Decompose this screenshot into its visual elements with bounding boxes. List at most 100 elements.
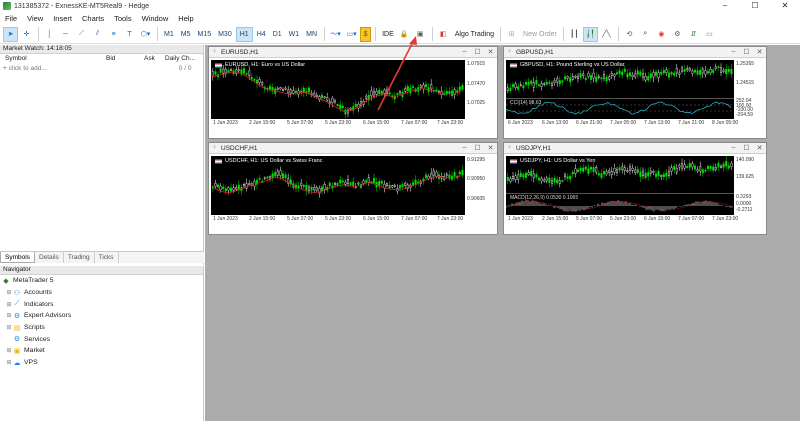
signals-icon[interactable]: ⇵ — [686, 27, 701, 42]
search-icon[interactable]: ⌕ — [638, 27, 653, 42]
chart-minimize-button[interactable]: – — [458, 144, 471, 152]
tab-details[interactable]: Details — [35, 252, 64, 263]
chart-plot-area[interactable]: GBPUSD, H1: Pound Sterling vs US Dollar … — [506, 60, 764, 128]
tab-ticks[interactable]: Ticks — [95, 252, 119, 263]
timeframe-m30-button[interactable]: M30 — [215, 27, 235, 42]
expand-icon[interactable]: ⊞ — [5, 301, 13, 308]
chart-minimize-button[interactable]: – — [727, 48, 740, 56]
account-box-icon[interactable]: ▭ — [702, 27, 717, 42]
chart-close-button[interactable]: ✕ — [484, 48, 497, 56]
tab-trading[interactable]: Trading — [64, 252, 95, 263]
candles-icon[interactable]: ╽╿ — [582, 26, 598, 42]
price-scale[interactable]: 0.91295 0.90950 0.90605 — [465, 156, 495, 215]
chart-window-gbpusd[interactable]: ⁘ GBPUSD,H1 – ☐ ✕ GBPUSD, H1: Pound Sterli… — [503, 46, 767, 139]
time-scale[interactable]: 1 Jun 2023 2 Jun 15:00 5 Jun 07:00 5 Jun… — [211, 119, 495, 128]
subwindow-divider[interactable] — [506, 98, 734, 99]
timeframe-h4-button[interactable]: H4 — [254, 27, 269, 42]
chart-minimize-button[interactable]: – — [458, 48, 471, 56]
timeframe-m5-button[interactable]: M5 — [178, 27, 194, 42]
channel-icon[interactable]: ⫽ — [90, 27, 105, 42]
settings-icon[interactable]: ⚙ — [670, 27, 685, 42]
chart-maximize-button[interactable]: ☐ — [471, 144, 484, 152]
menu-window[interactable]: Window — [137, 14, 174, 23]
nav-item-indicators[interactable]: ⊞ ⟋ Indicators — [0, 298, 203, 310]
chart-close-button[interactable]: ✕ — [484, 144, 497, 152]
algo-trading-button[interactable]: Algo Trading — [452, 27, 497, 42]
minimize-button[interactable]: – — [710, 0, 740, 12]
column-ask[interactable]: Ask — [144, 54, 165, 64]
chart-maximize-button[interactable]: ☐ — [471, 48, 484, 56]
ide-button[interactable]: IDE — [379, 27, 397, 42]
horizontal-line-icon[interactable]: ─ — [58, 27, 73, 42]
chart-plot-area[interactable]: USDJPY, H1: US Dollar vs Yen MACD(12,26,… — [506, 156, 764, 224]
text-tool-icon[interactable]: T — [122, 27, 137, 42]
nav-item-expert-advisors[interactable]: ⊞ ⚙ Expert Advisors — [0, 310, 203, 322]
column-bid[interactable]: Bid — [106, 54, 144, 64]
chart-window-usdjpy[interactable]: ⁘ USDJPY,H1 – ☐ ✕ USDJPY, H1: US Dollar vs… — [503, 142, 767, 235]
menu-view[interactable]: View — [22, 14, 48, 23]
bar-chart-icon[interactable]: ┃┃ — [567, 27, 582, 42]
expand-icon[interactable]: ⊞ — [5, 289, 13, 296]
timeframe-mn-button[interactable]: MN — [303, 27, 320, 42]
price-scale[interactable]: 1.25265 1.24515 252.04 100.00 -100.00 -2… — [734, 60, 764, 119]
trade-icon[interactable]: $ — [360, 26, 372, 42]
indicators-icon[interactable]: ▭▾ — [344, 27, 359, 42]
new-order-button[interactable]: New Order — [520, 27, 560, 42]
timeframe-h1-button[interactable]: H1 — [235, 26, 253, 42]
nav-item-services[interactable]: ⚙ Services — [0, 333, 203, 345]
expand-icon[interactable]: ⊞ — [5, 359, 13, 366]
expand-icon[interactable]: ⊞ — [5, 347, 13, 354]
vertical-line-icon[interactable]: │ — [42, 27, 57, 42]
lock-icon[interactable]: 🔒 — [397, 27, 412, 42]
expand-icon[interactable]: ⊞ — [5, 312, 13, 319]
chart-type-icon[interactable]: 〜▾ — [328, 27, 343, 42]
add-symbol-row[interactable]: + click to add... 0 / 0 — [0, 64, 203, 74]
shapes-tool-icon[interactable]: ⬡▾ — [138, 27, 153, 42]
algo-trading-icon[interactable]: ◧ — [436, 27, 451, 42]
chart-maximize-button[interactable]: ☐ — [740, 48, 753, 56]
close-button[interactable]: ✕ — [770, 0, 800, 12]
notifications-icon[interactable]: ◉ — [654, 27, 669, 42]
column-symbol[interactable]: Symbol — [5, 54, 106, 64]
nav-item-market[interactable]: ⊞ ▣ Market — [0, 345, 203, 357]
chart-window-eurusd[interactable]: ⁘ EURUSD,H1 – ☐ ✕ EURUSD, H1: Euro vs US D… — [208, 46, 498, 139]
chart-window-titlebar[interactable]: ⁘ USDCHF,H1 – ☐ ✕ — [209, 143, 497, 154]
menu-charts[interactable]: Charts — [77, 14, 109, 23]
fibonacci-icon[interactable]: ≡ — [106, 27, 121, 42]
timeframe-m15-button[interactable]: M15 — [194, 27, 214, 42]
image-icon[interactable]: ▣ — [413, 27, 428, 42]
chart-maximize-button[interactable]: ☐ — [740, 144, 753, 152]
chart-window-titlebar[interactable]: ⁘ GBPUSD,H1 – ☐ ✕ — [504, 47, 766, 58]
menu-tools[interactable]: Tools — [109, 14, 137, 23]
chart-window-titlebar[interactable]: ⁘ EURUSD,H1 – ☐ ✕ — [209, 47, 497, 58]
column-daily-change[interactable]: Daily Ch... — [165, 54, 195, 64]
price-scale[interactable]: 140.090 139.625 0.3293 0.0000 -0.2711 — [734, 156, 764, 215]
menu-insert[interactable]: Insert — [48, 14, 77, 23]
subwindow-divider[interactable] — [506, 193, 734, 194]
chart-window-titlebar[interactable]: ⁘ USDJPY,H1 – ☐ ✕ — [504, 143, 766, 154]
chart-close-button[interactable]: ✕ — [753, 144, 766, 152]
nav-item-scripts[interactable]: ⊞ ▤ Scripts — [0, 322, 203, 334]
chart-close-button[interactable]: ✕ — [753, 48, 766, 56]
chart-plot-area[interactable]: USDCHF, H1: US Dollar vs Swiss Franc 0.9… — [211, 156, 495, 224]
maximize-button[interactable]: ☐ — [740, 0, 770, 12]
chart-plot-area[interactable]: EURUSD, H1: Euro vs US Dollar 1.07915 1.… — [211, 60, 495, 128]
price-scale[interactable]: 1.07915 1.07470 1.07025 — [465, 60, 495, 119]
expand-icon[interactable]: ⊞ — [5, 324, 13, 331]
chart-minimize-button[interactable]: – — [727, 144, 740, 152]
menu-help[interactable]: Help — [173, 14, 198, 23]
time-scale[interactable]: 1 Jun 2023 2 Jun 15:00 5 Jun 07:00 5 Jun… — [506, 215, 764, 224]
timeframe-d1-button[interactable]: D1 — [270, 27, 285, 42]
time-scale[interactable]: 1 Jun 2023 2 Jun 15:00 5 Jun 07:00 5 Jun… — [211, 215, 495, 224]
timeframe-m1-button[interactable]: M1 — [161, 27, 177, 42]
nav-root[interactable]: ◆ MetaTrader 5 — [0, 275, 203, 287]
nav-item-vps[interactable]: ⊞ ☁ VPS — [0, 357, 203, 369]
zoom-icon[interactable]: ⟲ — [622, 27, 637, 42]
trendline-icon[interactable]: ⟋ — [74, 27, 89, 42]
line-chart-icon[interactable]: ╱╲ — [599, 27, 614, 42]
tab-symbols[interactable]: Symbols — [0, 252, 35, 263]
chart-window-usdchf[interactable]: ⁘ USDCHF,H1 – ☐ ✕ USDCHF, H1: US Dollar vs… — [208, 142, 498, 235]
menu-file[interactable]: File — [0, 14, 22, 23]
crosshair-tool-icon[interactable]: ✛ — [19, 27, 34, 42]
nav-item-accounts[interactable]: ⊞ ⚇ Accounts — [0, 287, 203, 299]
